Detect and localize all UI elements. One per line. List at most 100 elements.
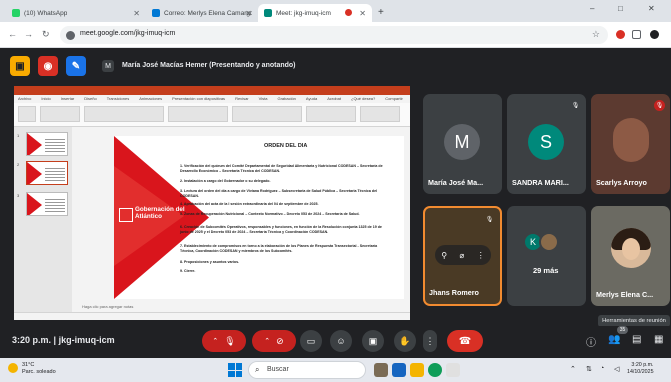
font-group [84, 106, 164, 122]
ppt-menu-item: Ayuda [305, 96, 318, 101]
agenda-item: 2. Instalación a cargo del Gobernador o … [180, 179, 271, 183]
mic-off-icon[interactable]: 🎙 [224, 336, 235, 347]
participant-photo [611, 228, 651, 268]
people-icon[interactable]: 👥 [608, 334, 620, 345]
chrome-icon[interactable] [428, 363, 442, 377]
activities-icon[interactable]: ▦ [654, 334, 663, 345]
extensions-puzzle-icon[interactable] [632, 30, 641, 39]
drawing-group [232, 106, 302, 122]
participant-tile[interactable]: 🎙 ⚲ ⌀ ⋮ Jhans Romero [423, 206, 502, 306]
ppt-menu-item: Compartir [385, 96, 403, 101]
weather-sun-icon[interactable] [8, 363, 18, 373]
close-icon[interactable]: ✕ [359, 9, 366, 18]
minimize-button[interactable]: – [590, 4, 594, 13]
agenda-item: 7. Establecimiento de compromisos en tor… [180, 244, 378, 253]
designer-group [360, 106, 400, 122]
tab-outlook[interactable]: Correo: Merlys Elena Camargo ✕ [146, 4, 258, 22]
whatsapp-icon [12, 9, 20, 17]
tab-whatsapp[interactable]: (10) WhatsApp ✕ [6, 4, 146, 22]
emoji-icon: ☺ [336, 336, 346, 346]
others-tile[interactable]: K 29 más [507, 206, 586, 306]
bookmark-star-icon[interactable]: ☆ [592, 29, 600, 40]
participant-tile[interactable]: Merlys Elena C... [591, 206, 670, 306]
taskbar-app-icon[interactable] [374, 363, 388, 377]
slide-thumbnail [26, 192, 68, 216]
close-window-button[interactable]: ✕ [648, 4, 655, 13]
slide-title: ORDEN DEL DIA [264, 143, 308, 149]
ppt-menu-item: Transiciones [106, 96, 130, 101]
hand-icon: ✋ [399, 335, 411, 346]
clock-time: 3:20 p.m. [12, 335, 52, 345]
avatar [539, 232, 559, 252]
avatar-stack: K [523, 232, 559, 252]
current-slide: Gobernación del Atlántico ORDEN DEL DIA … [114, 136, 404, 299]
back-icon[interactable]: ← [8, 29, 17, 39]
network-icon[interactable]: ⇅ [586, 365, 592, 373]
participant-tile[interactable]: M María José Ma... [423, 94, 502, 194]
thumb-number: 3 [17, 193, 20, 198]
emoji-button[interactable]: ☺ [330, 330, 352, 352]
taskbar-app-icon[interactable] [446, 363, 460, 377]
weather-widget[interactable]: 31°C Parc. soleado [22, 362, 56, 376]
mic-off-icon: 🎙 [485, 217, 494, 223]
mute-icon[interactable]: ⌀ [460, 251, 465, 260]
end-call-icon: ☎ [458, 335, 472, 347]
maximize-button[interactable]: □ [618, 4, 623, 13]
info-icon[interactable]: ⓘ [586, 334, 596, 349]
start-button[interactable] [228, 363, 242, 377]
clock-date: 14/10/2025 [627, 369, 654, 375]
forward-icon[interactable]: → [24, 29, 33, 39]
system-clock[interactable]: 3:20 p.m. 14/10/2025 [627, 362, 654, 376]
ppt-menu-item: Diseño [84, 96, 97, 101]
meeting-controls: 3:20 p.m. | jkg-imuq-icm ⌃ 🎙 ⌃ ⊘ ▭ ☺ ▣ ✋… [0, 326, 671, 356]
captions-button[interactable]: ▭ [300, 330, 322, 352]
annotate-icon[interactable]: ✎ [66, 56, 86, 76]
ppt-menu-item: Vista [258, 96, 268, 101]
camera-toggle[interactable]: ⌃ ⊘ [252, 330, 296, 352]
ppt-menu-item: Animaciones [139, 96, 163, 101]
url-field[interactable]: meet.google.com/jkg-imuq-icm ☆ [60, 26, 608, 44]
shared-screen: Archivo Inicio Insertar Diseño Transicio… [14, 86, 410, 320]
chevron-up-icon[interactable]: ⌃ [264, 337, 270, 345]
file-explorer-icon[interactable] [410, 363, 424, 377]
chat-icon[interactable]: ▤ [632, 334, 641, 345]
volume-icon[interactable]: ◁ [614, 365, 619, 373]
weather-text: Parc. soleado [22, 369, 56, 375]
agenda-item: 1. Verificación del quórum del Comité De… [180, 164, 383, 173]
taskbar-app-icon[interactable] [392, 363, 406, 377]
camera-off-icon[interactable]: ⊘ [276, 336, 284, 347]
chevron-up-icon[interactable]: ⌃ [212, 337, 218, 345]
presenter-avatar: M [102, 60, 114, 72]
mic-toggle[interactable]: ⌃ 🎙 [202, 330, 246, 352]
extension-icon[interactable] [616, 30, 625, 39]
search-icon: ⌕ [255, 365, 260, 374]
paragraph-group [168, 106, 228, 122]
wifi-icon[interactable]: ◔ [600, 365, 604, 372]
pin-icon[interactable]: ⚲ [441, 251, 447, 260]
site-info-icon[interactable] [66, 31, 75, 40]
chevron-up-icon[interactable]: ⌃ [570, 365, 576, 373]
pointer-icon[interactable]: ▣ [10, 56, 30, 76]
agenda-item: 9. Cierre. [180, 269, 196, 273]
paste-icon [18, 106, 36, 122]
ppt-status-bar [14, 312, 410, 320]
more-options-icon[interactable]: ⋮ [477, 251, 485, 260]
close-icon[interactable]: ✕ [245, 9, 252, 18]
profile-avatar[interactable] [650, 30, 659, 39]
taskbar-search[interactable]: ⌕ Buscar [248, 361, 366, 379]
present-button[interactable]: ▣ [362, 330, 384, 352]
record-icon[interactable]: ◉ [38, 56, 58, 76]
participant-tile[interactable]: 🎙 S SANDRA MARI... [507, 94, 586, 194]
tab-meet[interactable]: Meet: jkg-imuq-icm ✕ [258, 4, 372, 22]
close-icon[interactable]: ✕ [133, 9, 140, 18]
reload-icon[interactable]: ↻ [42, 29, 50, 40]
participant-tile[interactable]: 🎙 Scarlys Arroyo [591, 94, 670, 194]
participants-count-badge: 35 [617, 326, 628, 334]
raise-hand-button[interactable]: ✋ [394, 330, 416, 352]
tile-controls: ⚲ ⌀ ⋮ [435, 245, 491, 265]
ppt-title-bar [14, 86, 410, 95]
more-options-button[interactable]: ⋮ [423, 330, 437, 352]
end-call-button[interactable]: ☎ [447, 330, 483, 352]
editing-group [306, 106, 356, 122]
new-tab-button[interactable]: + [378, 7, 384, 18]
